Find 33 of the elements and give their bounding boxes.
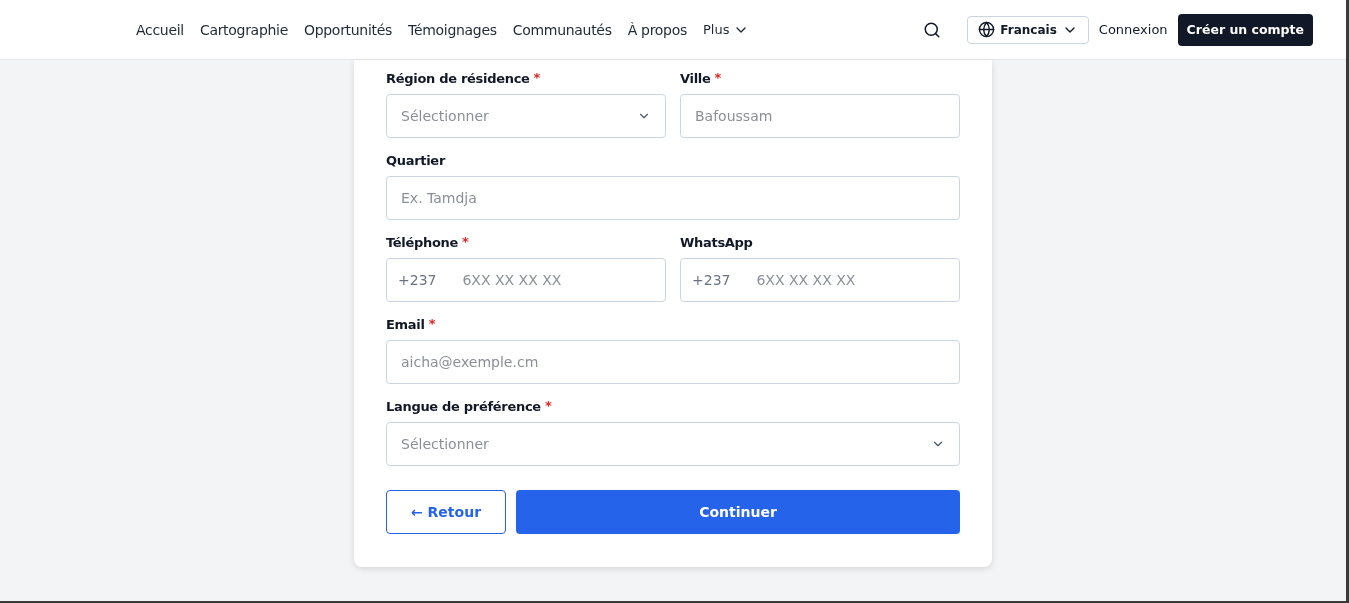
required-mark: * <box>544 398 552 415</box>
field-label: Quartier <box>386 152 445 170</box>
field-label: Téléphone <box>386 234 459 252</box>
back-button[interactable]: ← Retour <box>386 490 506 534</box>
field-label: Email <box>386 316 425 334</box>
nav-link[interactable]: Cartographie <box>199 21 288 38</box>
field-label: Langue de préférence <box>386 398 541 416</box>
phone-field[interactable]: +237 6XX XX XX XX <box>680 258 960 302</box>
nav-link[interactable]: À propos <box>627 21 687 38</box>
nav-link[interactable]: Communautés <box>512 21 612 38</box>
globe-icon <box>978 21 996 38</box>
country-code: +237 <box>398 272 437 288</box>
nav-link[interactable]: Témoignages <box>408 21 497 38</box>
field-label: WhatsApp <box>680 234 753 252</box>
input-field[interactable]: Bafoussam <box>680 94 960 138</box>
field-label: Région de résidence <box>386 70 530 88</box>
input-field[interactable]: Ex. Tamdja <box>386 176 960 220</box>
phone-field[interactable]: +237 6XX XX XX XX <box>386 258 666 302</box>
signup-button[interactable]: Créer un compte <box>1177 13 1313 46</box>
login-link[interactable]: Connexion <box>1098 22 1168 37</box>
required-mark: * <box>428 316 436 333</box>
required-mark: * <box>714 70 722 87</box>
nav-link[interactable]: Opportunités <box>303 21 392 38</box>
search-icon[interactable] <box>923 20 942 39</box>
field-label: Ville <box>680 70 711 88</box>
language-select[interactable]: Francais <box>967 15 1089 44</box>
more-menu[interactable]: Plus <box>702 21 750 38</box>
required-mark: * <box>462 234 469 251</box>
input-field[interactable]: aicha@exemple.cm <box>386 340 960 384</box>
nav-link[interactable]: Accueil <box>136 21 184 38</box>
required-mark: * <box>533 70 541 87</box>
continue-button[interactable]: Continuer <box>516 490 960 534</box>
country-code: +237 <box>692 272 731 288</box>
